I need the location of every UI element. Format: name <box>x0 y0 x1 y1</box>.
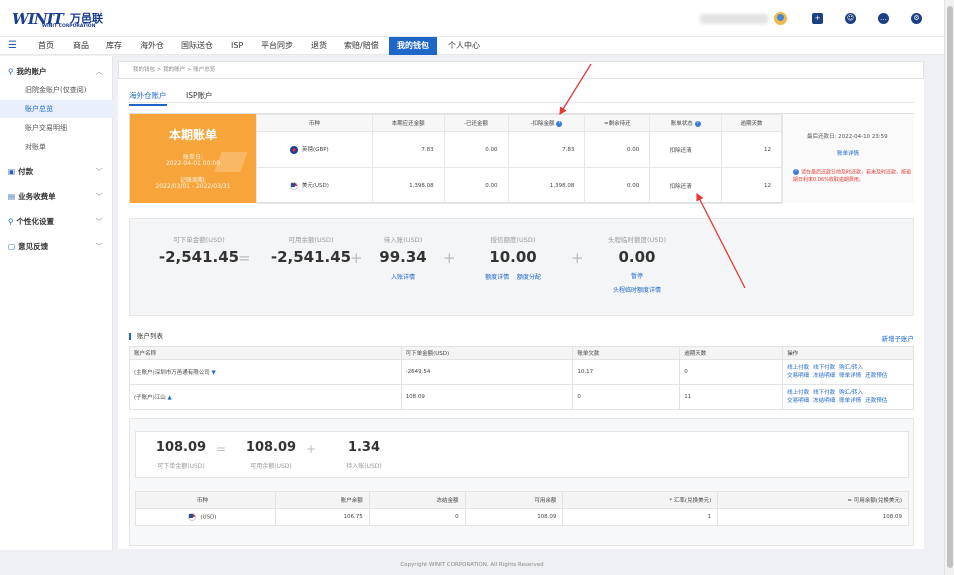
annotation-arrow-status <box>696 192 746 289</box>
annotation-arrows <box>559 63 746 289</box>
scrollbar[interactable] <box>944 0 954 575</box>
footer: Copyright WINIT CORPORATION. All Rights … <box>400 562 544 568</box>
scrollbar-thumb[interactable] <box>947 6 953 568</box>
annotation-arrow-deducted <box>559 63 592 116</box>
